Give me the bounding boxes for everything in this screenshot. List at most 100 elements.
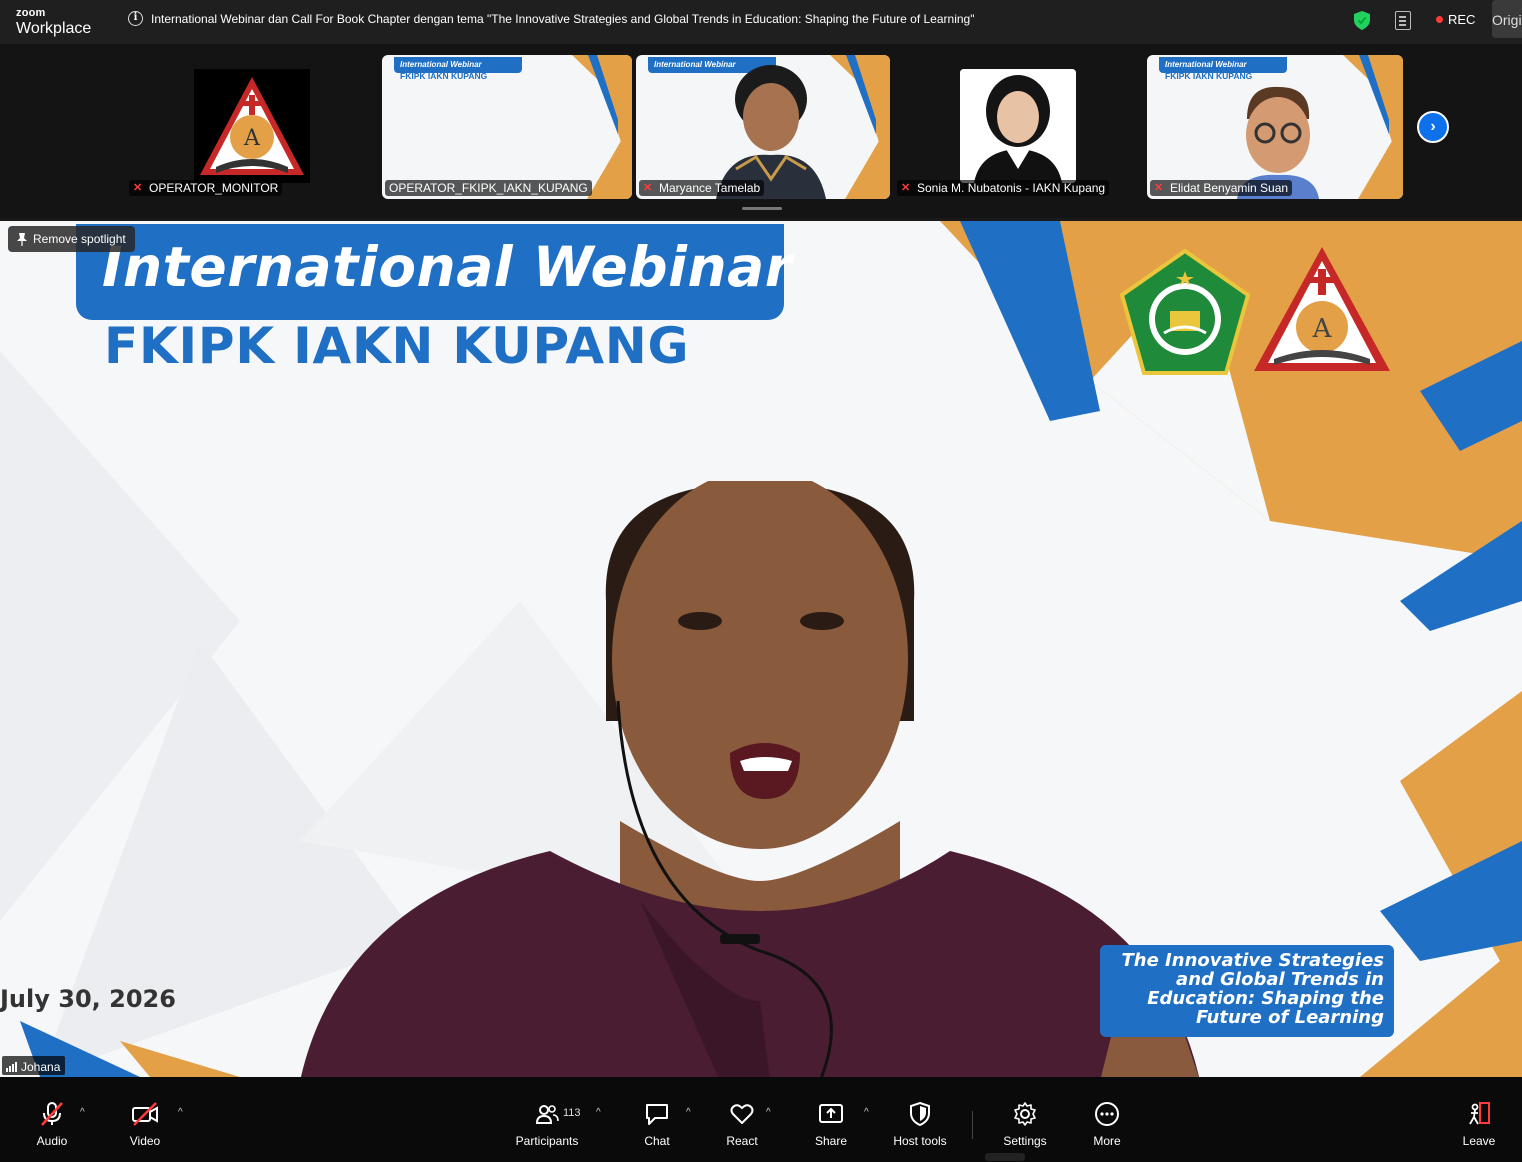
theme-line: Future of Learning — [1195, 1007, 1384, 1028]
settings-button[interactable]: Settings — [1000, 1101, 1050, 1148]
video-label: Video — [129, 1134, 161, 1148]
remove-spotlight-button[interactable]: Remove spotlight — [8, 226, 135, 252]
meeting-topic-text: International Webinar dan Call For Book … — [151, 11, 975, 26]
muted-mic-icon: ✕ — [643, 182, 653, 194]
slide-orange-shape — [1343, 55, 1403, 199]
leave-button[interactable]: Leave — [1462, 1101, 1496, 1148]
host-tools-label: Host tools — [893, 1134, 947, 1148]
svg-text:A: A — [1312, 314, 1333, 344]
kemenag-logo — [1120, 249, 1250, 375]
more-dots-icon — [1095, 1102, 1119, 1126]
participant-name: OPERATOR_FKIPK_IAKN_KUPANG — [385, 180, 592, 196]
leave-label: Leave — [1462, 1134, 1496, 1148]
leave-icon — [1469, 1102, 1490, 1125]
muted-mic-icon — [41, 1102, 63, 1126]
chat-icon — [646, 1104, 668, 1125]
muted-mic-icon: ✕ — [1154, 182, 1164, 194]
participant-name: ✕ Maryance Tamelab — [639, 180, 765, 196]
audio-button[interactable]: Audio — [32, 1101, 72, 1148]
react-button[interactable]: React — [722, 1101, 762, 1148]
participant-tile[interactable]: International Webinar FKIPK IAKN KUPANG … — [382, 55, 632, 199]
share-label: Share — [814, 1134, 848, 1148]
meeting-topic[interactable]: i International Webinar dan Call For Boo… — [128, 11, 974, 26]
participant-name-text: Maryance Tamelab — [659, 181, 761, 195]
speaker-name: Johana — [21, 1059, 61, 1074]
participant-tile[interactable]: International Webinar ✕ Maryance Tamelab — [636, 55, 890, 199]
slide-subtitle: FKIPK IAKN KUPANG — [400, 71, 488, 81]
brand-top-text: zoom — [16, 7, 46, 19]
iakn-logo: A — [194, 69, 310, 183]
slide-orange-shape — [830, 55, 890, 199]
slide-title: International Webinar — [102, 235, 793, 299]
meeting-toolbar: Audio ^ Video ^ Participants 113 ^ Chat … — [0, 1077, 1522, 1162]
chat-options-caret[interactable]: ^ — [686, 1107, 691, 1118]
participant-name-text: OPERATOR_FKIPK_IAKN_KUPANG — [389, 181, 588, 195]
react-options-caret[interactable]: ^ — [766, 1107, 771, 1118]
spotlight-video: International Webinar FKIPK IAKN KUPANG … — [0, 221, 1522, 1077]
info-icon[interactable]: i — [128, 11, 143, 26]
participant-tile[interactable]: ✕ Sonia M. Nubatonis - IAKN Kupang — [894, 55, 1144, 199]
participant-tile[interactable]: A ✕ OPERATOR_MONITOR — [126, 55, 376, 199]
signal-strength-icon — [6, 1061, 17, 1072]
participant-name: ✕ Sonia M. Nubatonis - IAKN Kupang — [897, 180, 1110, 196]
share-screen-icon — [819, 1104, 843, 1123]
participant-name-text: OPERATOR_MONITOR — [149, 181, 279, 195]
encryption-shield-icon[interactable] — [1354, 11, 1370, 30]
theme-line: Education: Shaping the — [1147, 988, 1384, 1009]
gear-icon — [1014, 1102, 1036, 1126]
participants-icon — [535, 1105, 559, 1124]
muted-mic-icon: ✕ — [133, 182, 143, 194]
participant-video — [716, 65, 826, 199]
host-shield-icon — [910, 1101, 930, 1127]
remove-spotlight-label: Remove spotlight — [33, 232, 126, 246]
chat-label: Chat — [644, 1134, 670, 1148]
participant-strip: A ✕ OPERATOR_MONITOR International Webin… — [0, 44, 1522, 218]
toolbar-divider — [972, 1111, 973, 1139]
video-button[interactable]: Video — [126, 1101, 164, 1148]
theme-line: The Innovative Strategies — [1121, 950, 1384, 971]
next-page-button[interactable]: › — [1417, 111, 1449, 143]
recording-indicator[interactable]: REC — [1436, 12, 1475, 27]
event-date: July 30, 2026 — [0, 985, 176, 1013]
video-options-caret[interactable]: ^ — [178, 1107, 183, 1118]
active-speaker-tag: Johana — [2, 1056, 66, 1075]
svg-text:A: A — [243, 126, 261, 151]
record-dot-icon — [1436, 16, 1443, 23]
participant-name: ✕ OPERATOR_MONITOR — [129, 180, 283, 196]
brand-bottom-text: Workplace — [16, 20, 92, 37]
video-off-icon — [132, 1102, 158, 1126]
share-button[interactable]: Share — [812, 1101, 850, 1148]
slide-orange-shape — [572, 55, 632, 199]
heart-icon — [730, 1104, 754, 1124]
strip-resize-handle[interactable] — [742, 207, 782, 210]
theme-box: The Innovative Strategies and Global Tre… — [1100, 945, 1394, 1037]
participant-name: ✕ Elidat Benyamin Suan — [1150, 180, 1293, 196]
more-button[interactable]: More — [1090, 1101, 1124, 1148]
theme-line: and Global Trends in — [1176, 969, 1384, 990]
react-label: React — [726, 1134, 758, 1148]
profile-photo — [960, 69, 1076, 183]
rec-label: REC — [1448, 12, 1476, 27]
host-tools-button[interactable]: Host tools — [890, 1101, 950, 1148]
participants-count: 113 — [563, 1107, 581, 1119]
audio-options-caret[interactable]: ^ — [80, 1107, 85, 1118]
zoom-workplace-logo: zoom Workplace — [16, 8, 91, 37]
participant-name-text: Elidat Benyamin Suan — [1170, 181, 1289, 195]
participants-options-caret[interactable]: ^ — [596, 1107, 601, 1118]
bottom-edge-hint — [985, 1153, 1025, 1161]
title-bar: zoom Workplace i International Webinar d… — [0, 0, 1522, 44]
more-label: More — [1093, 1134, 1121, 1148]
participant-tile[interactable]: International Webinar FKIPK IAKN KUPANG … — [1147, 55, 1403, 199]
settings-label: Settings — [1003, 1134, 1047, 1148]
share-options-caret[interactable]: ^ — [864, 1107, 869, 1118]
view-button[interactable]: Original — [1492, 0, 1522, 38]
ai-summary-icon[interactable] — [1395, 11, 1411, 30]
pin-icon — [17, 232, 27, 246]
participants-label: Participants — [515, 1134, 579, 1148]
chat-button[interactable]: Chat — [640, 1101, 674, 1148]
speaker-video — [300, 481, 1200, 1077]
participant-name-text: Sonia M. Nubatonis - IAKN Kupang — [917, 181, 1106, 195]
view-label: Original — [1492, 12, 1522, 28]
iakn-logo: A — [1254, 247, 1390, 371]
slide-subtitle: FKIPK IAKN KUPANG — [104, 317, 690, 375]
